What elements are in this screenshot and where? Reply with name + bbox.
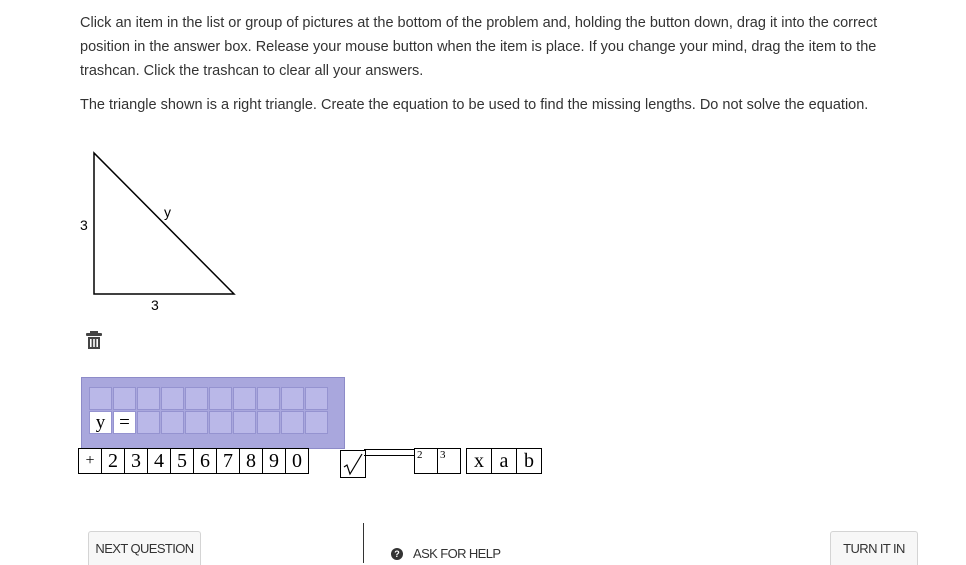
help-icon: ? — [391, 547, 403, 560]
tile-a[interactable]: a — [491, 448, 517, 474]
answer-cell[interactable] — [185, 387, 208, 410]
side-vertical-label: 3 — [80, 217, 88, 233]
tile-3[interactable]: 3 — [124, 448, 148, 474]
instructions-text: Click an item in the list or group of pi… — [80, 15, 878, 79]
answer-cell[interactable] — [281, 387, 304, 410]
tile-b[interactable]: b — [516, 448, 542, 474]
answer-cell-y[interactable]: y — [89, 411, 112, 434]
right-triangle-figure: 3 3 y — [80, 151, 236, 313]
answer-cell[interactable] — [161, 411, 184, 434]
answer-cell[interactable] — [113, 387, 136, 410]
trash-icon[interactable] — [85, 330, 103, 350]
tile-8[interactable]: 8 — [239, 448, 263, 474]
answer-cell[interactable] — [185, 411, 208, 434]
tile-exponent-2[interactable]: 2 — [414, 448, 438, 474]
tile-5[interactable]: 5 — [170, 448, 194, 474]
tile-4[interactable]: 4 — [147, 448, 171, 474]
answer-cell-equals[interactable]: = — [113, 411, 136, 434]
question-text: The triangle shown is a right triangle. … — [80, 97, 869, 113]
tile-7[interactable]: 7 — [216, 448, 240, 474]
answer-grid: y = — [89, 387, 328, 434]
answer-cell[interactable] — [281, 411, 304, 434]
answer-cell[interactable] — [233, 387, 256, 410]
item-palette-variables: 2 3 x a b — [414, 448, 542, 474]
tile-plus[interactable]: + — [78, 448, 102, 474]
side-horizontal-label: 3 — [151, 297, 159, 313]
tile-2[interactable]: 2 — [101, 448, 125, 474]
tile-fraction-bar[interactable] — [364, 449, 414, 456]
answer-cell[interactable] — [305, 411, 328, 434]
footer-divider — [363, 523, 364, 563]
tile-0[interactable]: 0 — [285, 448, 309, 474]
tile-9[interactable]: 9 — [262, 448, 286, 474]
answer-cell[interactable] — [257, 411, 280, 434]
answer-cell[interactable] — [161, 387, 184, 410]
answer-cell[interactable] — [137, 387, 160, 410]
item-palette: + 2 3 4 5 6 7 8 9 0 — [78, 448, 309, 474]
square-root-icon — [343, 453, 363, 476]
tile-x[interactable]: x — [466, 448, 492, 474]
answer-cell[interactable] — [209, 387, 232, 410]
answer-cell[interactable] — [233, 411, 256, 434]
tile-exponent-3[interactable]: 3 — [437, 448, 461, 474]
answer-cell[interactable] — [305, 387, 328, 410]
next-question-button[interactable]: NEXT QUESTION — [88, 531, 201, 565]
tile-square-root[interactable]: √ — [340, 450, 366, 478]
turn-it-in-button[interactable]: TURN IT IN — [830, 531, 918, 565]
answer-cell[interactable] — [209, 411, 232, 434]
ask-for-help-label: ASK FOR HELP — [413, 546, 501, 561]
answer-cell[interactable] — [257, 387, 280, 410]
answer-box[interactable]: y = — [81, 377, 345, 449]
tile-6[interactable]: 6 — [193, 448, 217, 474]
answer-cell[interactable] — [137, 411, 160, 434]
ask-for-help-button[interactable]: ? ASK FOR HELP — [391, 546, 501, 561]
hypotenuse-label: y — [164, 204, 171, 220]
answer-cell[interactable] — [89, 387, 112, 410]
triangle-shape — [93, 151, 236, 295]
